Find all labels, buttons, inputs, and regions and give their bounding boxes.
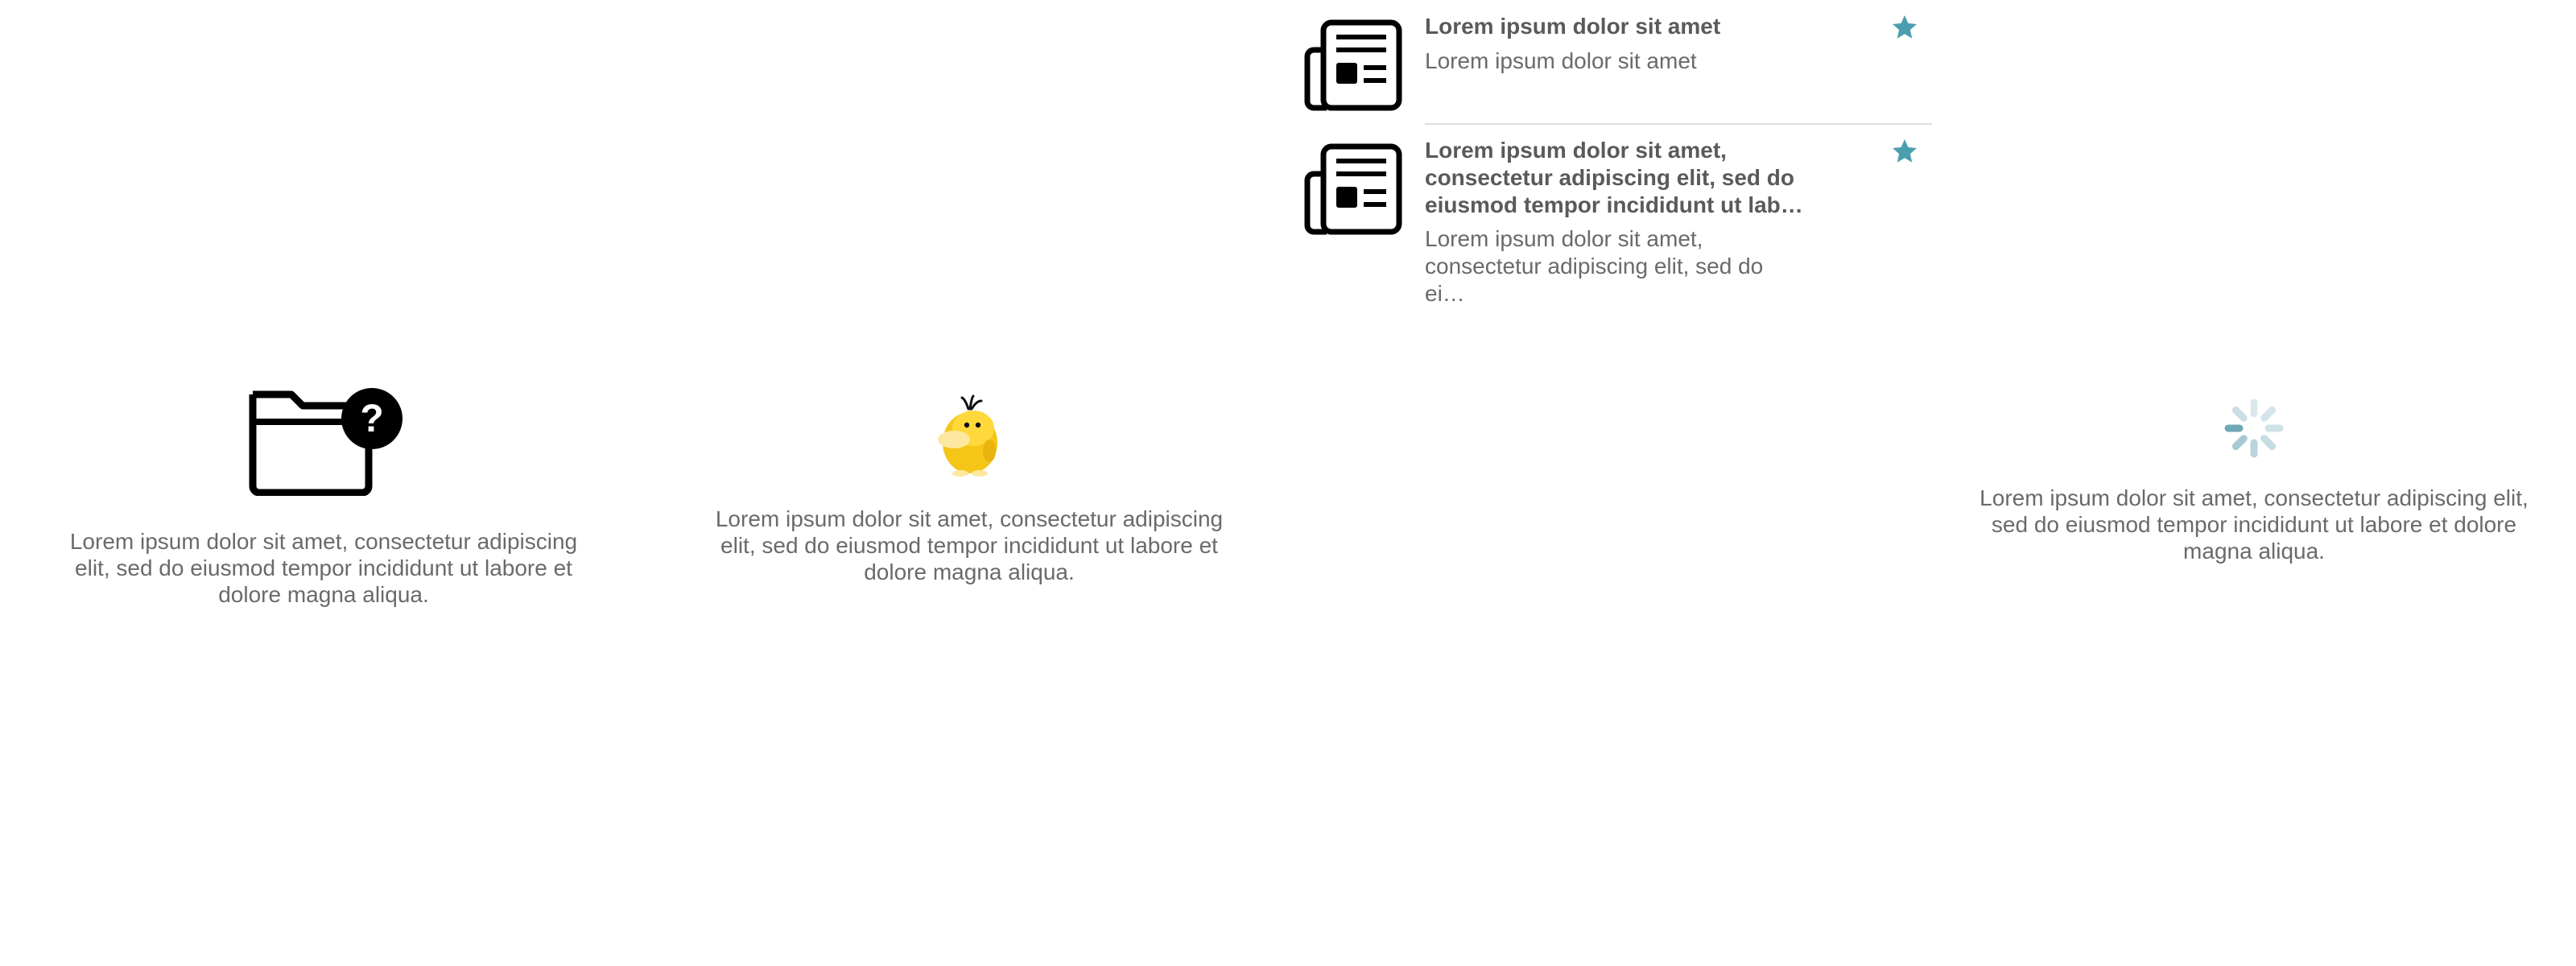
empty-state-panel: Lorem ipsum dolor sit amet, consectetur … xyxy=(663,393,1275,585)
loading-spinner-icon xyxy=(2223,398,2285,459)
news-list-item[interactable]: Lorem ipsum dolor sit amet Lorem ipsum d… xyxy=(1288,0,1932,122)
star-icon[interactable] xyxy=(1890,137,1919,166)
yellow-duck-mascot-icon xyxy=(933,393,1005,477)
list-divider xyxy=(1425,123,1932,125)
star-icon[interactable] xyxy=(1890,13,1919,42)
empty-state-text: Lorem ipsum dolor sit amet, consectetur … xyxy=(715,506,1224,584)
empty-state-text: Lorem ipsum dolor sit amet, consectetur … xyxy=(69,529,578,607)
empty-state-panel: ? Lorem ipsum dolor sit amet, consectetu… xyxy=(18,386,630,608)
news-item-title: Lorem ipsum dolor sit amet xyxy=(1425,14,1721,39)
news-item-title: Lorem ipsum dolor sit amet, consectetur … xyxy=(1425,138,1803,217)
news-list-item[interactable]: Lorem ipsum dolor sit amet, consectetur … xyxy=(1288,126,1932,306)
folder-question-icon: ? xyxy=(243,386,404,497)
news-item-subtitle: Lorem ipsum dolor sit amet, consectetur … xyxy=(1425,226,1764,306)
loading-panel: Lorem ipsum dolor sit amet, consectetur … xyxy=(1948,398,2560,564)
newspaper-icon xyxy=(1302,142,1404,237)
loading-text: Lorem ipsum dolor sit amet, consectetur … xyxy=(1979,485,2529,564)
newspaper-icon xyxy=(1302,18,1404,113)
news-item-subtitle: Lorem ipsum dolor sit amet xyxy=(1425,48,1697,73)
svg-text:?: ? xyxy=(360,398,383,440)
